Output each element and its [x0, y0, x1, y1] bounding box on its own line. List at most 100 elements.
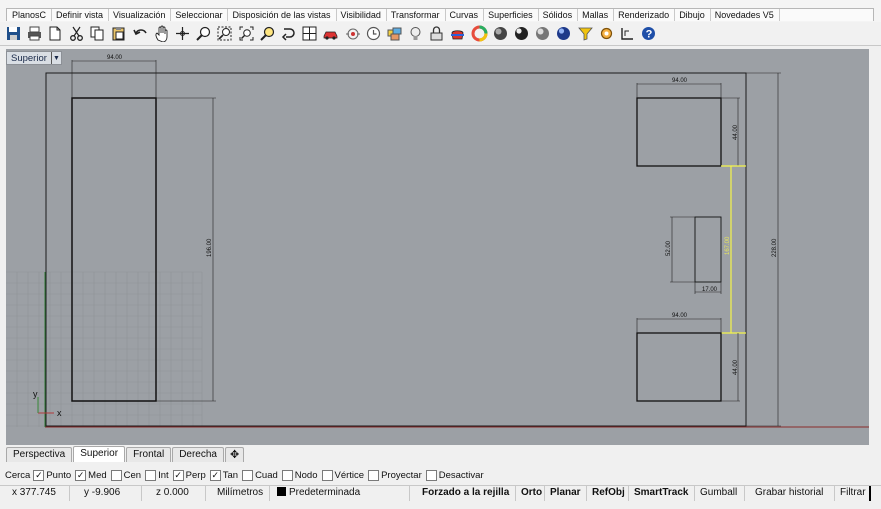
status-ortho[interactable]: Orto: [516, 485, 545, 501]
add-viewport-tab-icon[interactable]: ✥: [225, 447, 245, 462]
osnap-nodo[interactable]: Nodo: [281, 469, 318, 481]
menu-tab-9[interactable]: Sólidos: [539, 9, 579, 21]
menu-tab-1[interactable]: Definir vista: [52, 9, 110, 21]
osnap-checkbox[interactable]: ✓: [75, 469, 87, 481]
status-filter[interactable]: Filtrar: [835, 485, 871, 501]
osnap-checkbox[interactable]: ✓: [172, 469, 184, 481]
camera-target-icon[interactable]: [343, 24, 361, 44]
status-grid-snap[interactable]: Forzado a la rejilla: [410, 485, 516, 501]
osnap-checkbox[interactable]: [368, 469, 380, 481]
construction-grid: [6, 271, 203, 427]
layers-icon[interactable]: [385, 24, 403, 44]
blue-sphere-icon[interactable]: [555, 24, 573, 44]
clock-icon[interactable]: [364, 24, 382, 44]
print-icon[interactable]: [25, 24, 43, 44]
menu-tab-3[interactable]: Seleccionar: [171, 9, 229, 21]
undo-icon[interactable]: [131, 24, 149, 44]
lock-icon[interactable]: [428, 24, 446, 44]
zoom-window-icon[interactable]: [195, 24, 213, 44]
light-bulb-icon[interactable]: [407, 24, 425, 44]
menu-tab-6[interactable]: Transformar: [387, 9, 446, 21]
osnap-checkbox[interactable]: [321, 469, 333, 481]
menu-tab-8[interactable]: Superficies: [484, 9, 539, 21]
car-icon[interactable]: [322, 24, 340, 44]
view-tab-superior[interactable]: Superior: [73, 446, 126, 462]
status-smarttrack[interactable]: SmartTrack: [629, 485, 695, 501]
toolbar-tab-bar: PlanosC Definir vista Visualización Selecci…: [0, 0, 881, 22]
view-tab-derecha[interactable]: Derecha: [172, 447, 224, 462]
osnap-punto[interactable]: ✓ Punto: [33, 469, 71, 481]
menu-tab-12[interactable]: Dibujo: [675, 9, 711, 21]
options-gear-icon[interactable]: [597, 24, 615, 44]
osnap-label: Cuad: [255, 469, 278, 481]
menu-tab-4[interactable]: Disposición de las vistas: [228, 9, 337, 21]
osnap-checkbox[interactable]: [145, 469, 157, 481]
zoom-extents-icon[interactable]: [237, 24, 255, 44]
help-icon[interactable]: ?: [640, 24, 658, 44]
viewport-title[interactable]: Superior ▼: [6, 51, 62, 65]
osnap-label: Nodo: [294, 469, 318, 481]
cut-icon[interactable]: [68, 24, 86, 44]
osnap-perp[interactable]: ✓ Perp: [172, 469, 206, 481]
status-record-history[interactable]: Grabar historial: [745, 485, 835, 501]
osnap-vértice[interactable]: Vértice: [321, 469, 365, 481]
save-icon[interactable]: [4, 24, 22, 44]
osnap-int[interactable]: Int: [145, 469, 169, 481]
menu-tab-7[interactable]: Curvas: [446, 9, 485, 21]
menu-tab-5[interactable]: Visibilidad: [337, 9, 387, 21]
menu-tab-0[interactable]: PlanosC: [7, 9, 53, 21]
osnap-proyectar[interactable]: Proyectar: [368, 469, 422, 481]
osnap-desactivar[interactable]: Desactivar: [425, 469, 484, 481]
osnap-bar: Cerca ✓ Punto ✓ Med Cen Int ✓ Perp ✓ Tan Cuad Nodo V…: [0, 466, 881, 484]
osnap-label: Vértice: [334, 469, 365, 481]
rotate-view-icon[interactable]: [174, 24, 192, 44]
coordinate-axes-icon[interactable]: [618, 24, 636, 44]
status-osnap[interactable]: RefObj: [587, 485, 629, 501]
pan-hand-icon[interactable]: [152, 24, 170, 44]
status-planar[interactable]: Planar: [545, 485, 587, 501]
zoom-dynamic-icon[interactable]: [216, 24, 234, 44]
osnap-checkbox[interactable]: ✓: [33, 469, 45, 481]
zoom-selected-icon[interactable]: [258, 24, 276, 44]
osnap-checkbox[interactable]: [425, 469, 437, 481]
osnap-near-label[interactable]: Cerca: [5, 470, 30, 481]
status-gumball[interactable]: Gumball: [695, 485, 745, 501]
render-teapot-icon[interactable]: [449, 24, 467, 44]
rotate-icon[interactable]: [279, 24, 297, 44]
color-wheel-icon[interactable]: [470, 24, 488, 44]
outer-frame[interactable]: [45, 72, 747, 427]
view-tab-perspectiva[interactable]: Perspectiva: [6, 447, 73, 462]
osnap-tan[interactable]: ✓ Tan: [209, 469, 238, 481]
copy-icon[interactable]: [89, 24, 107, 44]
status-units[interactable]: Milímetros: [206, 485, 270, 501]
status-layer[interactable]: Predeterminada: [270, 485, 410, 501]
left-panel-rectangle[interactable]: [71, 97, 157, 402]
osnap-cen[interactable]: Cen: [110, 469, 141, 481]
bottom-right-rectangle[interactable]: [636, 332, 722, 402]
menu-tab-13[interactable]: Novedades V5: [711, 9, 780, 21]
middle-small-rectangle[interactable]: [694, 216, 722, 283]
viewport-menu-dropdown[interactable]: ▼: [50, 52, 61, 64]
viewport-canvas[interactable]: 94.00 196.00 94.00 44.00 52.00 17.00 167…: [6, 49, 869, 445]
select-filter-icon[interactable]: [576, 24, 594, 44]
ghosted-sphere-icon[interactable]: [534, 24, 552, 44]
open-icon[interactable]: [46, 24, 64, 44]
osnap-med[interactable]: ✓ Med: [75, 469, 107, 481]
paste-icon[interactable]: [110, 24, 128, 44]
menu-tab-10[interactable]: Mallas: [578, 9, 615, 21]
osnap-checkbox[interactable]: [110, 469, 122, 481]
menu-tab-11[interactable]: Renderizado: [614, 9, 676, 21]
four-viewports-icon[interactable]: [301, 24, 319, 44]
osnap-label: Perp: [185, 469, 206, 481]
top-right-rectangle[interactable]: [636, 97, 722, 167]
viewport-superior[interactable]: 94.00 196.00 94.00 44.00 52.00 17.00 167…: [6, 49, 869, 445]
menu-tab-2[interactable]: Visualización: [109, 9, 172, 21]
osnap-checkbox[interactable]: [242, 469, 254, 481]
layer-color-swatch: [277, 486, 286, 496]
view-tab-frontal[interactable]: Frontal: [126, 447, 172, 462]
rendered-sphere-icon[interactable]: [513, 24, 531, 44]
osnap-cuad[interactable]: Cuad: [242, 469, 278, 481]
osnap-checkbox[interactable]: ✓: [209, 469, 221, 481]
shaded-sphere-icon[interactable]: [491, 24, 509, 44]
osnap-checkbox[interactable]: [281, 469, 293, 481]
